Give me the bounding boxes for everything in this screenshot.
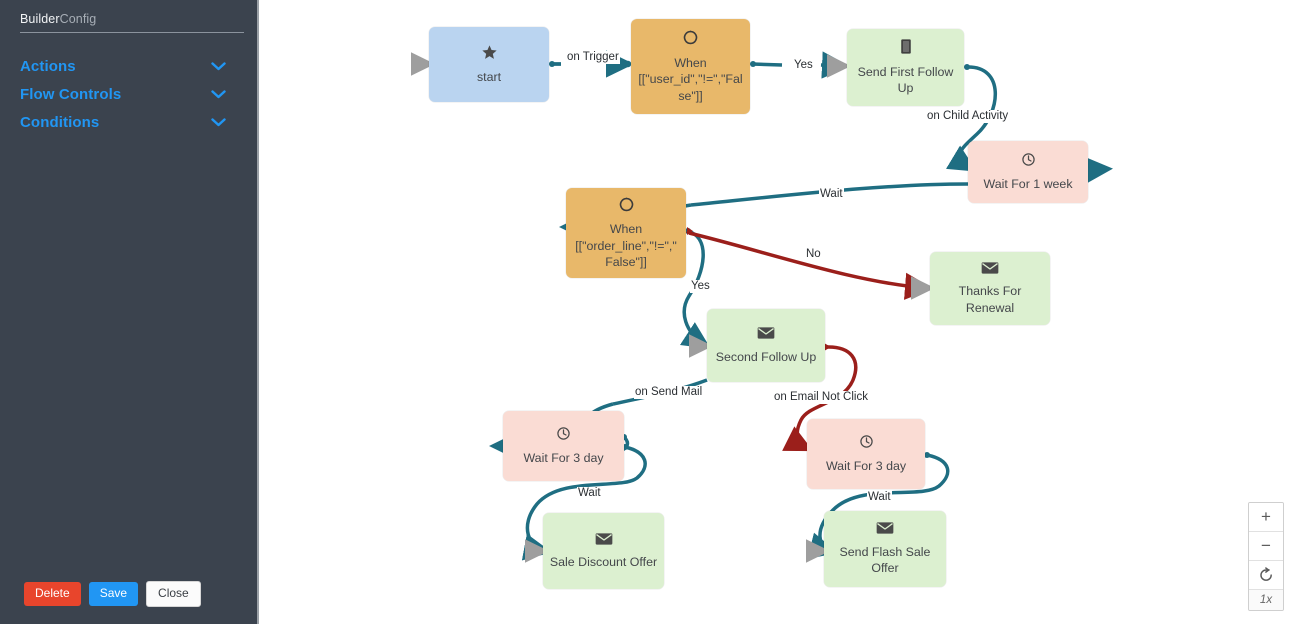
sidebar-footer-buttons: Delete Save Close — [24, 581, 201, 608]
sidebar-section-flow-controls-label: Flow Controls — [20, 85, 122, 103]
flow-node-flash[interactable]: Send Flash Sale Offer — [824, 511, 946, 587]
sidebar: BuilderConfig Actions Flow Controls Cond… — [0, 0, 259, 624]
edge-label: Wait — [577, 487, 602, 500]
edge-label: Yes — [690, 280, 711, 293]
flow-node-wait3a[interactable]: Wait For 3 day — [503, 411, 624, 481]
envelope-icon — [981, 261, 999, 280]
flow-node-wait_week[interactable]: Wait For 1 week — [968, 141, 1088, 203]
edge-label: on Send Mail — [634, 386, 704, 399]
chevron-down-icon[interactable] — [211, 61, 226, 71]
edge-label: Wait — [819, 188, 844, 201]
flow-node-label: Thanks For Renewal — [958, 284, 1022, 315]
sidebar-section-flow-controls[interactable]: Flow Controls — [20, 83, 226, 105]
clock-icon — [1021, 152, 1036, 172]
edge-label: on Email Not Click — [773, 391, 869, 404]
close-button[interactable]: Close — [146, 581, 201, 608]
chevron-down-icon[interactable] — [211, 89, 226, 99]
sidebar-section-conditions-label: Conditions — [20, 113, 100, 131]
circle-icon — [682, 29, 699, 51]
flow-node-label: When [["order_line","!=","False"]] — [575, 222, 677, 269]
flow-node-sale[interactable]: Sale Discount Offer — [543, 513, 664, 589]
reset-icon — [1259, 566, 1272, 581]
panel-title: BuilderConfig — [20, 12, 244, 33]
flow-node-label: Wait For 3 day — [523, 450, 604, 465]
flow-node-label: Wait For 1 week — [983, 176, 1073, 191]
save-button[interactable]: Save — [88, 582, 139, 607]
flow-node-first_follow[interactable]: Send First Follow Up — [847, 29, 964, 106]
flow-node-label: When [["user_id","!=","False"]] — [638, 55, 743, 103]
flow-node-label: start — [476, 70, 502, 84]
sidebar-section-actions[interactable]: Actions — [20, 55, 226, 77]
sidebar-section-actions-label: Actions — [20, 57, 76, 75]
clock-icon — [859, 434, 874, 454]
edge-label: Yes — [793, 59, 814, 72]
zoom-reset-button[interactable] — [1249, 561, 1283, 590]
envelope-icon — [757, 326, 775, 345]
edge-label: No — [805, 248, 822, 261]
zoom-in-button[interactable]: + — [1249, 503, 1283, 532]
flow-node-label: Wait For 3 day — [825, 458, 907, 473]
workflow-builder-app: BuilderConfig Actions Flow Controls Cond… — [0, 0, 1293, 624]
chip-icon — [899, 38, 913, 60]
zoom-out-button[interactable]: − — [1249, 532, 1283, 561]
edge-label: on Child Activity — [926, 110, 1010, 123]
zoom-level-label: 1x — [1249, 590, 1283, 610]
flow-canvas[interactable]: start When [["user_id","!=","False"]] Send… — [261, 0, 1293, 624]
flow-node-start[interactable]: start — [429, 27, 549, 102]
envelope-icon — [595, 532, 613, 551]
edge-label: Wait — [867, 491, 892, 504]
envelope-icon — [876, 521, 894, 540]
edge-label: on Trigger — [566, 51, 620, 64]
chevron-down-icon[interactable] — [211, 117, 226, 127]
flow-node-label: Send First Follow Up — [857, 64, 954, 96]
star-icon — [481, 44, 498, 66]
flow-node-label: Sale Discount Offer — [549, 555, 658, 569]
delete-button[interactable]: Delete — [24, 582, 81, 607]
panel-title-strong: Builder — [20, 12, 60, 26]
flow-node-second[interactable]: Second Follow Up — [707, 309, 825, 382]
flow-node-when_user[interactable]: When [["user_id","!=","False"]] — [631, 19, 750, 114]
flow-node-label: Second Follow Up — [715, 349, 817, 364]
panel-title-dim: Config — [59, 12, 97, 26]
flow-node-thanks[interactable]: Thanks For Renewal — [930, 252, 1050, 325]
clock-icon — [556, 426, 571, 446]
zoom-controls: + − 1x — [1248, 502, 1284, 611]
flow-node-when_order[interactable]: When [["order_line","!=","False"]] — [566, 188, 686, 278]
flow-node-wait3b[interactable]: Wait For 3 day — [807, 419, 925, 489]
circle-icon — [618, 196, 635, 218]
flow-node-label: Send Flash Sale Offer — [839, 544, 931, 576]
sidebar-section-conditions[interactable]: Conditions — [20, 111, 226, 133]
